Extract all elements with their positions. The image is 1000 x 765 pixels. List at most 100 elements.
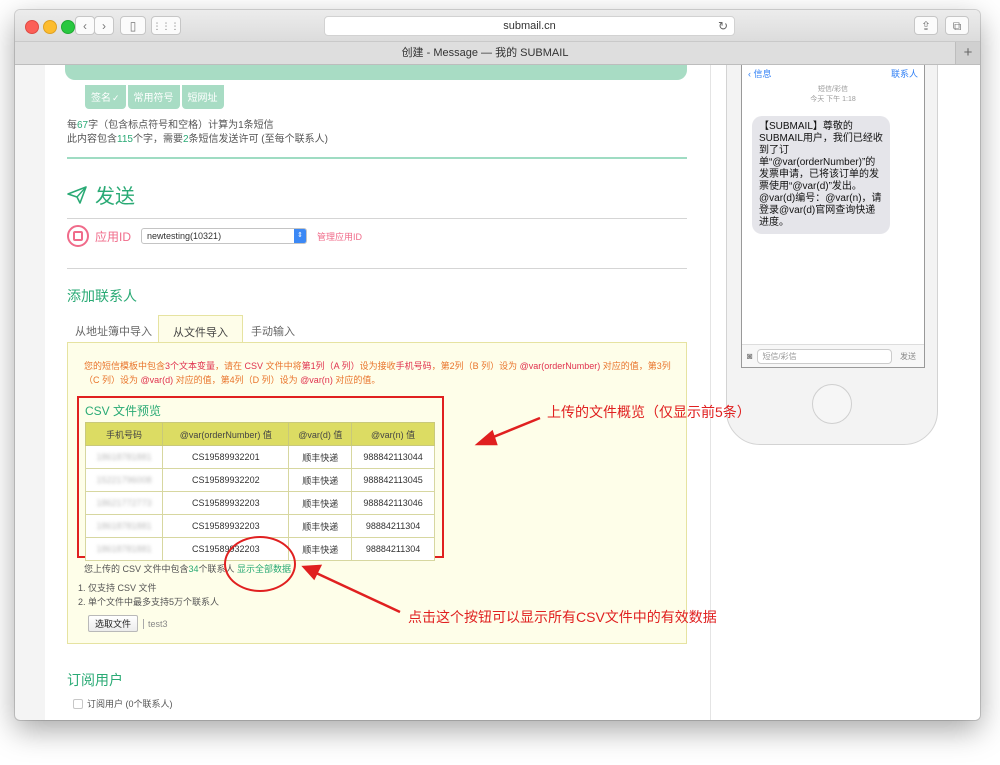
ios-thread-type: 短信/彩信 [818, 86, 848, 93]
url-text: submail.cn [503, 20, 556, 32]
top-sites-icon[interactable]: ⋮⋮⋮ [151, 16, 181, 35]
home-button [812, 384, 852, 424]
d-cell: 顺丰快递 [288, 445, 353, 469]
table-row: 18618781881 CS19589932203 顺丰快递 988842113… [84, 514, 435, 538]
rule-item: 1. 仅支持 CSV 文件 [78, 583, 157, 593]
order-cell: CS19589932201 [162, 445, 290, 469]
ios-compose-input: 短信/彩信 [757, 348, 892, 364]
camera-icon: ◙ [747, 351, 753, 361]
count-line-1: 每67字（包含标点符号和空格）计算为1条短信 [67, 120, 274, 131]
sms-count-info: 每67字（包含标点符号和空格）计算为1条短信 此内容包含115个字，需要2条短信… [67, 119, 328, 147]
appid-row: 应用ID newtesting(10321) ⇕ 管理应用ID [67, 225, 362, 247]
column-header: @var(n) 值 [351, 422, 435, 446]
d-cell: 顺丰快递 [288, 491, 353, 515]
tool-tab-short-url[interactable]: 短网址 [181, 85, 224, 109]
tab-active[interactable]: 创建 - Message — 我的 SUBMAIL [15, 42, 955, 64]
tool-tab-symbols[interactable]: 常用符号 [127, 85, 180, 109]
n-cell: 98884211304 [351, 514, 435, 538]
sms-preview-bubble: 【SUBMAIL】尊敬的SUBMAIL用户，我们已经收到了订单“@var(ord… [752, 116, 890, 234]
back-button[interactable]: ‹ [75, 16, 95, 35]
file-picker: 选取文件 test3 [88, 615, 168, 632]
tool-tab-signature[interactable]: 签名✓ [85, 85, 126, 109]
n-cell: 98884211304 [351, 537, 435, 561]
manage-appid-link[interactable]: 管理应用ID [317, 230, 362, 243]
send-title: 发送 [95, 186, 135, 208]
ios-back-label: 信息 [753, 69, 772, 79]
ios-back-button: ‹ 信息 [748, 69, 772, 79]
subscriber-checkbox-row[interactable]: 订阅用户 (0个联系人) [73, 697, 173, 710]
upload-rules: 1. 仅支持 CSV 文件 2. 单个文件中最多支持5万个联系人 [78, 581, 219, 609]
divider [67, 218, 687, 219]
csv-preview-title: CSV 文件预览 [85, 404, 162, 418]
choose-file-button[interactable]: 选取文件 [88, 615, 139, 632]
n-cell: 988842113045 [351, 468, 435, 492]
file-name: test3 [143, 618, 168, 629]
import-tabs: 从地址簿中导入 从文件导入 手动输入 [67, 315, 687, 346]
order-cell: CS19589932202 [162, 468, 290, 492]
divider [67, 157, 687, 159]
n-cell: 988842113044 [351, 445, 435, 469]
tabs-overview-icon[interactable]: ⧉ [945, 16, 969, 35]
ios-nav-bar: ‹ 信息 联系人 [742, 67, 924, 85]
table-row: 18618781881 CS19589932201 顺丰快递 988842113… [84, 445, 435, 469]
tab-address-book[interactable]: 从地址簿中导入 [67, 319, 160, 343]
tab-bar: 创建 - Message — 我的 SUBMAIL + [15, 42, 980, 65]
appid-label: 应用ID [95, 229, 132, 244]
check-icon: ✓ [112, 93, 120, 103]
annotation-preview-note: 上传的文件概览（仅显示前5条） [547, 404, 751, 420]
annotation-show-all-note: 点击这个按钮可以显示所有CSV文件中的有效数据 [408, 609, 717, 625]
address-bar[interactable]: submail.cn ↻ [324, 16, 735, 36]
ios-thread-meta: 短信/彩信 今天 下午 1:18 [742, 85, 924, 105]
share-icon[interactable]: ⇪ [914, 16, 938, 35]
d-cell: 顺丰快递 [288, 514, 353, 538]
ios-compose-bar: ◙ 短信/彩信 发送 [742, 344, 924, 367]
close-window-button[interactable] [25, 20, 39, 34]
minimize-window-button[interactable] [43, 20, 57, 34]
title-bar: ‹ › ▯ ⋮⋮⋮ submail.cn ↻ ⇪ ⧉ [15, 10, 980, 42]
subscribers-title: 订阅用户 [67, 672, 123, 688]
column-header: @var(d) 值 [288, 422, 353, 446]
phone-mockup: ‹ 信息 联系人 短信/彩信 今天 下午 1:18 【SUBMAIL】尊敬的SU… [726, 65, 938, 445]
d-cell: 顺丰快递 [288, 468, 353, 492]
message-editor-bottom [65, 65, 687, 80]
order-cell: CS19589932203 [162, 514, 290, 538]
subscriber-checkbox-label: 订阅用户 (0个联系人) [87, 699, 173, 709]
ios-thread-time: 今天 下午 1:18 [810, 96, 856, 103]
rule-item: 2. 单个文件中最多支持5万个联系人 [78, 597, 220, 607]
appid-select[interactable]: newtesting(10321) ⇕ [141, 228, 308, 244]
count-line-2: 此内容包含115个字，需要2条短信发送许可 (至每个联系人) [67, 134, 328, 145]
editor-tool-tabs: 签名✓ 常用符号 短网址 [85, 85, 224, 109]
appid-selected-value: newtesting(10321) [147, 231, 222, 241]
phone-cell: 18618781881 [84, 514, 164, 538]
new-tab-button[interactable]: + [955, 42, 980, 64]
order-cell: CS19589932203 [162, 491, 290, 515]
subscriber-checkbox[interactable] [73, 698, 83, 709]
ios-contact-button: 联系人 [890, 69, 918, 79]
file-import-panel: 您的短信模板中包含3个文本变量，请在 CSV 文件中将第1列（A 列）设为接收手… [67, 342, 687, 644]
csv-preview-box: CSV 文件预览 手机号码 @var(orderNumber) 值 @var(d… [77, 396, 444, 561]
forward-button[interactable]: › [94, 16, 114, 35]
phone-screen: ‹ 信息 联系人 短信/彩信 今天 下午 1:18 【SUBMAIL】尊敬的SU… [741, 65, 925, 368]
annotation-circle [224, 536, 296, 592]
table-header-row: 手机号码 @var(orderNumber) 值 @var(d) 值 @var(… [84, 422, 435, 446]
ios-send-button: 发送 [900, 351, 916, 361]
appid-icon [67, 225, 89, 247]
phone-cell: 18618781881 [84, 537, 164, 561]
sidebar-toggle-icon[interactable]: ▯ [120, 16, 146, 35]
tool-tab-label: 签名 [91, 93, 111, 104]
divider [67, 268, 687, 269]
send-heading: 发送 [67, 180, 135, 209]
column-header: 手机号码 [84, 422, 164, 446]
column-header: @var(orderNumber) 值 [162, 422, 290, 446]
preview-pane: ‹ 信息 联系人 短信/彩信 今天 下午 1:18 【SUBMAIL】尊敬的SU… [710, 65, 980, 720]
select-arrows-icon: ⇕ [294, 229, 307, 243]
reload-icon[interactable]: ↻ [718, 17, 728, 35]
phone-cell: 15221796008 [84, 468, 164, 492]
d-cell: 顺丰快递 [288, 537, 353, 561]
paper-plane-icon [67, 185, 87, 204]
phone-cell: 18618781881 [84, 445, 164, 469]
csv-instructions: 您的短信模板中包含3个文本变量，请在 CSV 文件中将第1列（A 列）设为接收手… [84, 361, 671, 385]
tab-manual-input[interactable]: 手动输入 [243, 319, 303, 343]
zoom-window-button[interactable] [61, 20, 75, 34]
add-contacts-title: 添加联系人 [67, 288, 137, 304]
